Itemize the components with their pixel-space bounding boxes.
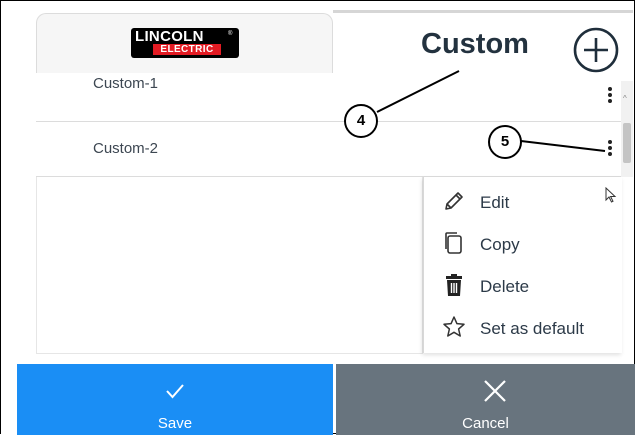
check-icon xyxy=(166,384,184,399)
callout-4: 4 xyxy=(344,104,378,138)
callout-5: 5 xyxy=(488,125,522,159)
left-margin xyxy=(1,356,17,435)
close-icon xyxy=(484,380,506,402)
save-button[interactable]: Save xyxy=(17,364,333,435)
cancel-button[interactable]: Cancel xyxy=(336,364,635,435)
cancel-label: Cancel xyxy=(462,415,509,432)
save-label: Save xyxy=(157,415,193,432)
app-window: LINCOLN ® ELECTRIC Custom Custom-1 Custo… xyxy=(0,0,635,435)
